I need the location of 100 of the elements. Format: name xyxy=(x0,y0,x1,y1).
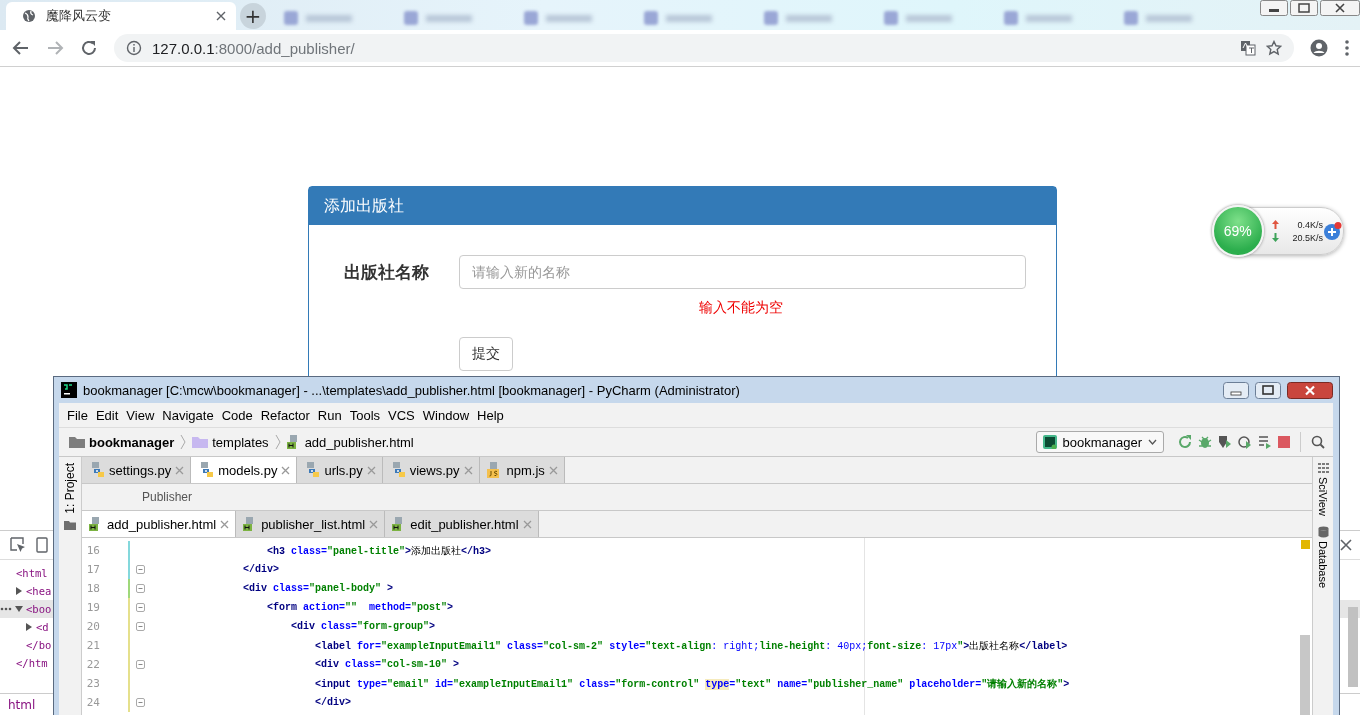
address-field[interactable]: 127.0.0.1:8000/add_publisher/ xyxy=(114,34,1294,62)
editor-tab[interactable]: add_publisher.html xyxy=(82,511,237,537)
scrollbar-thumb[interactable] xyxy=(1300,635,1310,715)
globe-icon xyxy=(22,9,36,23)
breadcrumb-item[interactable]: bookmanager xyxy=(69,434,175,450)
editor-tab[interactable]: views.py xyxy=(382,457,480,483)
browser-tab[interactable]: 魔降风云变 xyxy=(6,2,236,30)
maximize-icon[interactable] xyxy=(1255,381,1281,399)
code-line: <form action="" method="post"> xyxy=(266,602,454,613)
menu-icon[interactable] xyxy=(1344,39,1350,57)
editor-tab[interactable]: urls.py xyxy=(297,457,383,483)
input-field[interactable]: 请输入新的名称 xyxy=(458,255,1026,289)
folder-icon xyxy=(69,436,85,448)
collapsed-arrow-icon[interactable] xyxy=(25,623,33,631)
fold-icon[interactable] xyxy=(135,660,145,669)
element-tag[interactable]: <html xyxy=(16,567,48,579)
fold-icon[interactable] xyxy=(135,565,145,574)
close-icon[interactable] xyxy=(1320,0,1360,16)
download-arrow-icon xyxy=(1271,233,1279,242)
menu-item[interactable]: Navigate xyxy=(162,407,214,423)
close-icon[interactable] xyxy=(1287,381,1333,399)
device-icon[interactable] xyxy=(36,537,48,553)
fold-icon[interactable] xyxy=(135,603,145,612)
django-icon xyxy=(1042,435,1057,449)
menu-item[interactable]: View xyxy=(126,407,155,423)
breadcrumb-item[interactable]: Publisher xyxy=(142,490,193,504)
back-icon[interactable] xyxy=(12,39,30,57)
menu-item[interactable]: Window xyxy=(422,407,470,423)
run-list-icon[interactable] xyxy=(1258,435,1272,449)
run-config-dropdown[interactable]: bookmanager xyxy=(1035,431,1164,453)
line-number: 22 xyxy=(85,658,100,671)
close-icon[interactable] xyxy=(216,11,226,21)
chevron-icon xyxy=(274,434,281,450)
plus-icon[interactable] xyxy=(1323,221,1343,241)
code-line: <h3 class="panel-title">添加出版社</h3> xyxy=(266,544,492,558)
app-logo-icon xyxy=(61,382,77,398)
tool-window-tab[interactable]: 1: Project xyxy=(63,463,77,514)
line-number: 20 xyxy=(85,620,100,633)
fold-icon[interactable] xyxy=(135,698,145,707)
python-file-icon xyxy=(198,462,215,478)
menu-item[interactable]: Code xyxy=(221,407,253,423)
editor-tab[interactable]: edit_publisher.html xyxy=(385,511,539,537)
editor-tab[interactable]: npm.js xyxy=(479,457,565,483)
editor-tab[interactable]: models.py xyxy=(191,457,298,483)
star-icon[interactable] xyxy=(1266,40,1282,56)
translate-icon[interactable] xyxy=(1240,40,1256,56)
fold-icon[interactable] xyxy=(135,584,145,593)
menu-item[interactable]: VCS xyxy=(388,407,415,423)
breadcrumb-item[interactable]: add_publisher.html xyxy=(286,434,414,450)
inspect-icon[interactable] xyxy=(10,537,26,553)
coverage-icon[interactable] xyxy=(1218,435,1232,449)
menu-item[interactable]: Edit xyxy=(95,407,119,423)
warning-marker[interactable] xyxy=(1301,540,1310,549)
panel-title: 添加出版社 xyxy=(309,187,1056,225)
tool-window-tab[interactable]: SciView xyxy=(1317,463,1329,516)
python-file-icon xyxy=(89,462,105,478)
tool-window-tab[interactable]: Database xyxy=(1317,525,1329,589)
collapsed-arrow-icon[interactable] xyxy=(15,587,23,595)
element-tag[interactable]: <hea xyxy=(26,585,52,597)
python-file-icon xyxy=(304,462,321,478)
submit-button[interactable]: 提交 xyxy=(459,337,513,371)
line-number: 19 xyxy=(85,601,100,614)
search-icon[interactable] xyxy=(1311,435,1325,449)
element-tag: </htm xyxy=(16,657,48,669)
window-title: bookmanager [C:\mcw\bookmanager] - ...\templates\add_publisher.html [bookmanager] - PyCharm (Administrator) xyxy=(83,382,740,398)
upload-arrow-icon xyxy=(1271,220,1279,229)
code-line: <div class="panel-body" > xyxy=(242,583,394,594)
code-line: </div> xyxy=(314,697,352,708)
element-tag[interactable]: <d xyxy=(36,621,49,633)
line-number: 18 xyxy=(85,582,100,595)
element-tag[interactable]: <boo xyxy=(26,603,52,615)
fold-icon[interactable] xyxy=(135,622,145,631)
scrollbar[interactable] xyxy=(1348,607,1358,687)
forward-icon[interactable] xyxy=(46,39,64,57)
menu-item[interactable]: File xyxy=(67,407,88,423)
reload-icon[interactable] xyxy=(80,39,98,57)
download-speed: 20.5K/s xyxy=(1292,232,1323,243)
breadcrumb-item[interactable]: templates xyxy=(192,434,269,450)
editor-tab[interactable]: settings.py xyxy=(82,457,192,483)
breadcrumb-tab[interactable]: html xyxy=(0,694,44,715)
maximize-icon[interactable] xyxy=(1290,0,1318,16)
line-number: 17 xyxy=(85,563,100,576)
new-tab-button[interactable]: + xyxy=(240,3,266,29)
ellipsis-icon xyxy=(0,607,12,611)
menu-item[interactable]: Tools xyxy=(349,407,381,423)
menu-item[interactable]: Run xyxy=(317,407,342,423)
minimize-icon[interactable] xyxy=(1260,0,1288,16)
debug-icon[interactable] xyxy=(1198,435,1212,449)
profile-icon[interactable] xyxy=(1238,435,1252,449)
code-line: <label for="exampleInputEmail1" class="col-sm-2" style="text-align: right;line-height: 40px;font-size: 17px">出版社名称</label> xyxy=(314,639,1068,653)
menu-item[interactable]: Refactor xyxy=(260,407,310,423)
database-icon xyxy=(1317,525,1329,538)
expanded-arrow-icon[interactable] xyxy=(15,605,23,613)
editor-tab[interactable]: publisher_list.html xyxy=(236,511,386,537)
menu-item[interactable]: Help xyxy=(477,407,504,423)
close-icon[interactable] xyxy=(1340,539,1352,551)
line-number: 24 xyxy=(85,696,100,709)
account-icon[interactable] xyxy=(1310,39,1328,57)
rerun-icon[interactable] xyxy=(1178,435,1192,449)
line-number: 21 xyxy=(85,639,100,652)
